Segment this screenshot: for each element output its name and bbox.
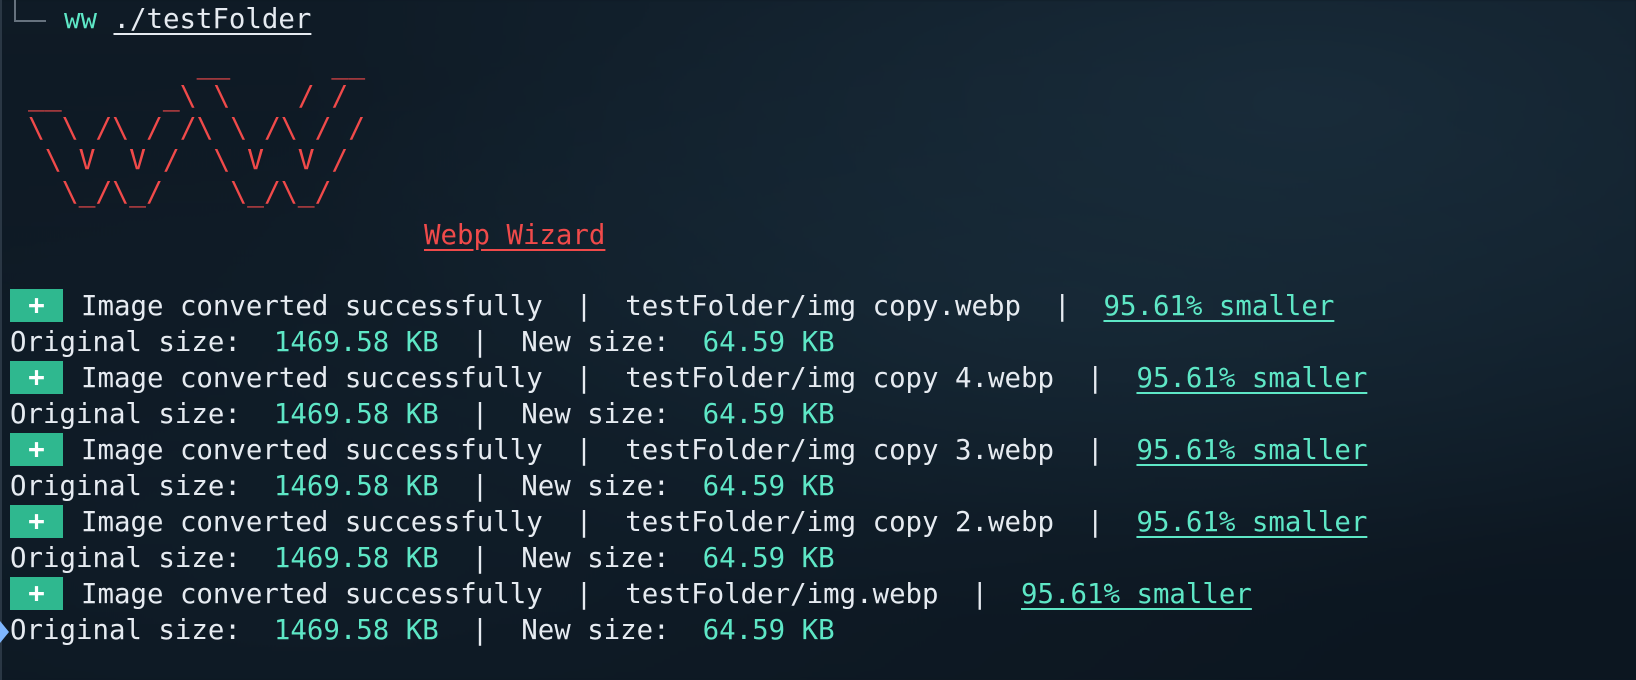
separator: | (471, 615, 489, 646)
plus-badge: + (10, 505, 63, 538)
plus-badge: + (10, 433, 63, 466)
result-status-line: + Image converted successfully | testFold… (10, 289, 1334, 325)
status-text: Image converted successfully (81, 291, 543, 322)
result-size-line: Original size: 1469.58 KB | New size: 64… (10, 541, 835, 577)
new-size-label: New size: (521, 543, 670, 574)
new-size-value: 64.59 KB (702, 615, 835, 646)
separator: | (1086, 507, 1104, 538)
status-text: Image converted successfully (81, 507, 543, 538)
ascii-line: \ \ /\ / /\ \ /\ / / (28, 111, 366, 144)
new-size-value: 64.59 KB (702, 327, 835, 358)
result-size-line: Original size: 1469.58 KB | New size: 64… (10, 613, 835, 649)
separator: | (1086, 435, 1104, 466)
result-size-line: Original size: 1469.58 KB | New size: 64… (10, 325, 835, 361)
original-size-label: Original size: (10, 399, 241, 430)
original-size-label: Original size: (10, 471, 241, 502)
file-path: testFolder/img copy 2.webp (625, 507, 1054, 538)
new-size-value: 64.59 KB (702, 543, 835, 574)
result-status-line: + Image converted successfully | testFold… (10, 577, 1252, 613)
result-size-line: Original size: 1469.58 KB | New size: 64… (10, 469, 835, 505)
original-size-value: 1469.58 KB (273, 327, 439, 358)
separator: | (575, 435, 593, 466)
plus-badge: + (10, 577, 63, 610)
separator: | (471, 399, 489, 430)
result-status-line: + Image converted successfully | testFold… (10, 505, 1367, 541)
file-path: testFolder/img.webp (625, 579, 939, 610)
result-size-line: Original size: 1469.58 KB | New size: 64… (10, 397, 835, 433)
separator: | (575, 507, 593, 538)
terminal-output[interactable]: ww ./testFolder __ __ __ _\ \ / / \ \ /\… (0, 0, 1636, 680)
new-size-label: New size: (521, 327, 670, 358)
file-path: testFolder/img copy 3.webp (625, 435, 1054, 466)
ascii-logo: __ __ __ _\ \ / / \ \ /\ / /\ \ /\ / / \… (28, 48, 365, 208)
reduction-percent: 95.61% smaller (1136, 435, 1368, 466)
cursor-marker-icon (0, 621, 9, 643)
original-size-value: 1469.58 KB (273, 399, 439, 430)
new-size-label: New size: (521, 471, 670, 502)
separator: | (575, 291, 593, 322)
prompt-argument: ./testFolder (113, 4, 312, 35)
ascii-line: __ _\ \ / / (28, 79, 349, 112)
separator: | (971, 579, 989, 610)
separator: | (575, 363, 593, 394)
plus-badge: + (10, 361, 63, 394)
original-size-label: Original size: (10, 327, 241, 358)
new-size-label: New size: (521, 399, 670, 430)
result-status-line: + Image converted successfully | testFold… (10, 433, 1367, 469)
reduction-percent: 95.61% smaller (1136, 363, 1368, 394)
status-text: Image converted successfully (81, 579, 543, 610)
file-path: testFolder/img copy.webp (625, 291, 1021, 322)
ascii-line: __ __ (28, 47, 366, 80)
new-size-label: New size: (521, 615, 670, 646)
file-path: testFolder/img copy 4.webp (625, 363, 1054, 394)
app-title: Webp Wizard (424, 220, 606, 251)
separator: | (575, 579, 593, 610)
original-size-label: Original size: (10, 543, 241, 574)
reduction-percent: 95.61% smaller (1021, 579, 1252, 610)
reduction-percent: 95.61% smaller (1103, 291, 1335, 322)
original-size-value: 1469.58 KB (273, 615, 439, 646)
result-status-line: + Image converted successfully | testFold… (10, 361, 1367, 397)
new-size-value: 64.59 KB (702, 399, 835, 430)
status-text: Image converted successfully (81, 435, 543, 466)
plus-badge: + (10, 289, 63, 322)
separator: | (1086, 363, 1104, 394)
prompt-line: ww ./testFolder (64, 2, 311, 38)
original-size-value: 1469.58 KB (273, 471, 439, 502)
separator: | (471, 471, 489, 502)
separator: | (471, 327, 489, 358)
original-size-label: Original size: (10, 615, 241, 646)
new-size-value: 64.59 KB (702, 471, 835, 502)
separator: | (471, 543, 489, 574)
reduction-percent: 95.61% smaller (1136, 507, 1368, 538)
ascii-line: \_/\_/ \_/\_/ (28, 175, 332, 208)
status-text: Image converted successfully (81, 363, 543, 394)
separator: | (1053, 291, 1071, 322)
prompt-command: ww (64, 4, 97, 35)
ascii-line: \ V V / \ V V / (28, 143, 349, 176)
prompt-corner-glyph (14, 0, 46, 22)
original-size-value: 1469.58 KB (273, 543, 439, 574)
